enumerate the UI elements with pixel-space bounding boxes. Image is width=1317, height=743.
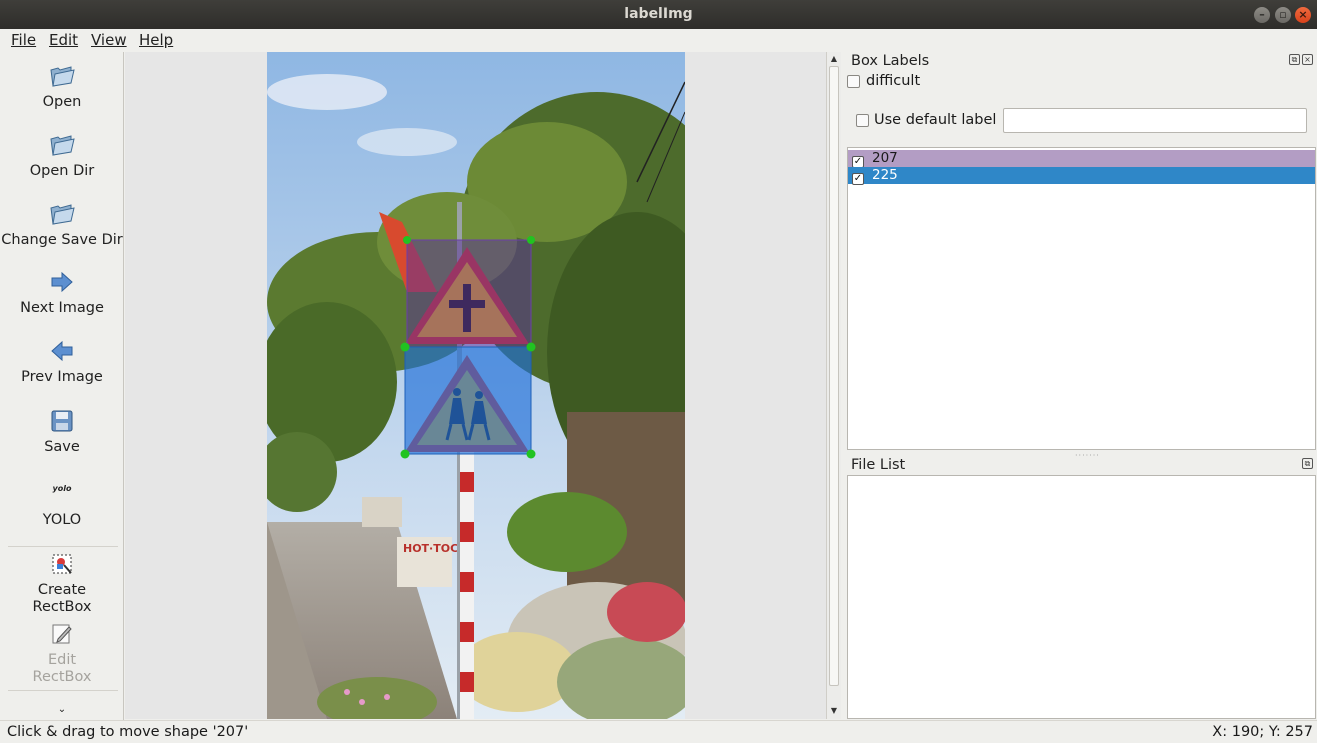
float-dock-icon[interactable]: ⧉ <box>1302 458 1313 469</box>
label-list-item[interactable]: ✓ 207 <box>848 150 1315 168</box>
yolo-button[interactable]: yolo YOLO <box>0 482 124 529</box>
toolbar-separator <box>8 546 118 547</box>
difficult-label: difficult <box>866 73 921 89</box>
labelimg-window: labelImg – ▫ × File Edit View Help Open … <box>0 0 1317 743</box>
box-labels-dock: Box Labels ⧉ × difficult Use default labe… <box>845 52 1317 450</box>
box-labels-title: Box Labels <box>851 53 930 69</box>
edit-icon <box>52 624 72 644</box>
scroll-up-icon[interactable]: ▲ <box>829 54 839 63</box>
title-bar: labelImg – ▫ × <box>0 0 1317 29</box>
svg-text:HOT·TOC: HOT·TOC <box>403 542 458 555</box>
prev-image-label: Prev Image <box>21 369 103 385</box>
prev-image-button[interactable]: Prev Image <box>0 339 124 386</box>
save-button[interactable]: Save <box>0 409 124 456</box>
window-title: labelImg <box>624 6 693 22</box>
create-rectbox-line1: Create <box>37 582 87 598</box>
toolbar-extension-button[interactable]: ⌄ <box>0 704 124 715</box>
open-button[interactable]: Open <box>0 64 124 111</box>
save-label: Save <box>44 439 80 455</box>
minimize-button[interactable]: – <box>1254 7 1270 23</box>
toolbar-separator <box>8 690 118 691</box>
menu-file-label: File <box>11 31 37 49</box>
folder-open-icon <box>50 135 75 156</box>
file-list-dock: File List ⧉ <box>845 456 1317 720</box>
photo: HOT·TOC <box>267 52 685 719</box>
image-canvas[interactable]: HOT·TOC <box>125 52 826 719</box>
menu-bar: File Edit View Help <box>0 29 1317 51</box>
next-image-label: Next Image <box>20 300 104 316</box>
scroll-down-icon[interactable]: ▼ <box>829 706 839 715</box>
menu-help[interactable]: Help <box>139 31 173 49</box>
difficult-check-box[interactable] <box>847 74 860 88</box>
edit-rectbox-line1: Edit <box>47 652 77 668</box>
open-label: Open <box>42 94 82 110</box>
menu-help-label: Help <box>139 31 174 49</box>
file-list[interactable] <box>847 475 1316 719</box>
next-image-button[interactable]: Next Image <box>0 270 124 317</box>
create-rectbox-label: Create RectBox <box>0 582 124 616</box>
arrow-left-icon <box>51 340 73 362</box>
use-default-check-box[interactable] <box>856 113 869 127</box>
folder-open-icon <box>50 204 75 225</box>
label-checkbox[interactable]: ✓ <box>852 172 864 185</box>
menu-edit[interactable]: Edit <box>49 31 78 49</box>
menu-file[interactable]: File <box>11 31 36 49</box>
bbox-207 <box>406 239 532 348</box>
status-message: Click & drag to move shape '207' <box>7 724 249 740</box>
scrollbar-thumb[interactable] <box>829 66 839 686</box>
canvas-vertical-scrollbar[interactable]: ▲ ▼ <box>826 52 841 719</box>
dock-controls: ⧉ × <box>1287 54 1313 65</box>
toolbar: Open Open Dir Change Save Dir Next Image <box>0 52 124 720</box>
cursor-coordinates: X: 190; Y: 257 <box>1212 724 1313 740</box>
folder-open-icon <box>50 66 75 87</box>
photo-image: HOT·TOC <box>267 52 685 719</box>
change-save-dir-button[interactable]: Change Save Dir <box>0 202 124 249</box>
create-rectbox-line2: RectBox <box>32 599 92 615</box>
edit-rectbox-button[interactable]: Edit RectBox <box>0 622 124 686</box>
difficult-checkbox[interactable]: difficult <box>847 73 920 89</box>
label-text: 225 <box>872 167 898 183</box>
create-rectbox-button[interactable]: Create RectBox <box>0 552 124 616</box>
floppy-disk-icon <box>51 410 73 432</box>
close-button[interactable]: × <box>1295 7 1311 23</box>
edit-rectbox-line2: RectBox <box>32 669 92 685</box>
close-dock-icon[interactable]: × <box>1302 54 1313 65</box>
menu-view[interactable]: View <box>91 31 127 49</box>
bbox-225 <box>404 346 532 455</box>
yolo-label: YOLO <box>42 512 82 528</box>
edit-rectbox-label: Edit RectBox <box>0 652 124 686</box>
use-default-label-text: Use default label <box>874 112 997 128</box>
label-list[interactable]: ✓ 207 ✓ 225 <box>847 147 1316 450</box>
dock-controls: ⧉ <box>1300 458 1313 469</box>
change-save-dir-label: Change Save Dir <box>1 232 123 248</box>
maximize-button[interactable]: ▫ <box>1275 7 1291 23</box>
label-text: 207 <box>872 150 898 166</box>
label-checkbox[interactable]: ✓ <box>852 155 864 168</box>
open-dir-label: Open Dir <box>29 163 95 179</box>
menu-edit-label: Edit <box>49 31 79 49</box>
yolo-format-icon: yolo <box>52 484 72 493</box>
float-dock-icon[interactable]: ⧉ <box>1289 54 1300 65</box>
file-list-title: File List <box>851 457 906 473</box>
use-default-label-checkbox[interactable]: Use default label <box>856 112 996 128</box>
chevron-down-icon: ⌄ <box>57 704 67 715</box>
arrow-right-icon <box>51 271 73 293</box>
status-bar: Click & drag to move shape '207' X: 190;… <box>0 720 1317 743</box>
draw-rect-icon <box>52 554 72 574</box>
default-label-input[interactable] <box>1003 108 1307 133</box>
menu-view-label: View <box>91 31 127 49</box>
label-list-item[interactable]: ✓ 225 <box>848 167 1315 185</box>
open-dir-button[interactable]: Open Dir <box>0 133 124 180</box>
